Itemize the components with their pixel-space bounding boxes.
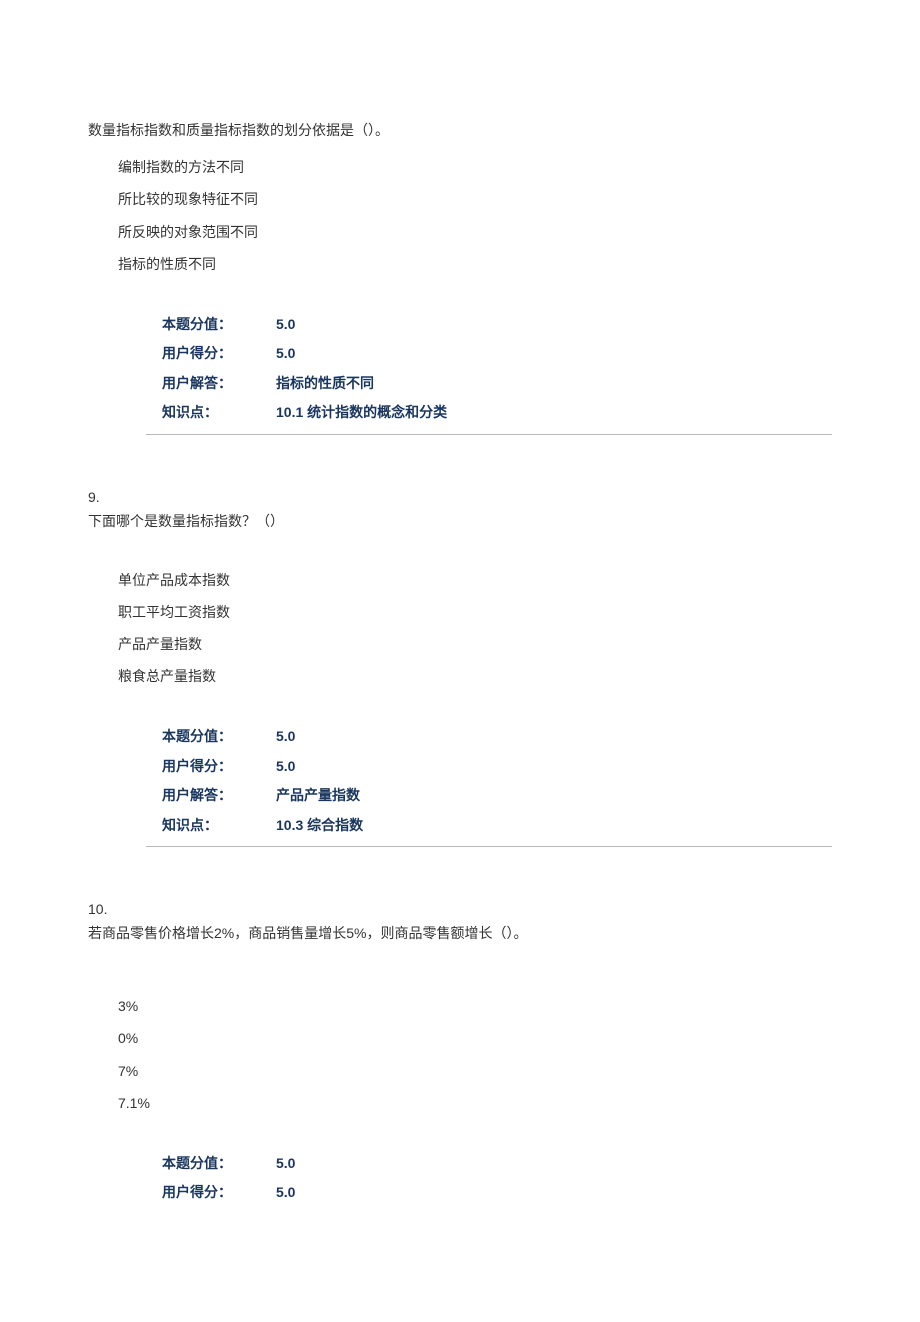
option-item: 7% [118, 1055, 832, 1087]
score-value: 5.0 [262, 1149, 295, 1178]
info-table: 本题分值： 5.0 用户得分： 5.0 用户解答： 产品产量指数 知识点： 10… [162, 722, 832, 840]
option-item: 所比较的现象特征不同 [118, 183, 832, 215]
user-answer-row: 用户解答： 产品产量指数 [162, 781, 832, 810]
knowledge-point-label: 知识点： [162, 811, 262, 840]
question-number: 9. [88, 489, 832, 505]
user-score-value: 5.0 [262, 752, 295, 781]
user-score-row: 用户得分： 5.0 [162, 339, 832, 368]
option-item: 粮食总产量指数 [118, 660, 832, 692]
knowledge-point-row: 知识点： 10.3 综合指数 [162, 811, 832, 840]
user-score-value: 5.0 [262, 339, 295, 368]
option-item: 3% [118, 990, 832, 1022]
user-answer-label: 用户解答： [162, 781, 262, 810]
score-label: 本题分值： [162, 722, 262, 751]
score-label: 本题分值： [162, 310, 262, 339]
score-row: 本题分值： 5.0 [162, 310, 832, 339]
option-item: 编制指数的方法不同 [118, 151, 832, 183]
question-stem: 数量指标指数和质量指标指数的划分依据是（）。 [88, 118, 832, 143]
question-block: 9. 下面哪个是数量指标指数？（） 单位产品成本指数 职工平均工资指数 产品产量… [88, 489, 832, 848]
options-list: 单位产品成本指数 职工平均工资指数 产品产量指数 粮食总产量指数 [88, 564, 832, 693]
knowledge-point-value: 10.3 综合指数 [262, 811, 363, 840]
user-answer-row: 用户解答： 指标的性质不同 [162, 369, 832, 398]
score-value: 5.0 [262, 310, 295, 339]
user-score-label: 用户得分： [162, 339, 262, 368]
options-list: 编制指数的方法不同 所比较的现象特征不同 所反映的对象范围不同 指标的性质不同 [88, 151, 832, 280]
info-table: 本题分值： 5.0 用户得分： 5.0 [162, 1149, 832, 1208]
user-score-value: 5.0 [262, 1178, 295, 1207]
option-item: 指标的性质不同 [118, 248, 832, 280]
user-answer-label: 用户解答： [162, 369, 262, 398]
option-item: 所反映的对象范围不同 [118, 216, 832, 248]
knowledge-point-row: 知识点： 10.1 统计指数的概念和分类 [162, 398, 832, 427]
option-item: 职工平均工资指数 [118, 596, 832, 628]
user-answer-value: 产品产量指数 [262, 781, 360, 810]
score-label: 本题分值： [162, 1149, 262, 1178]
question-block: 数量指标指数和质量指标指数的划分依据是（）。 编制指数的方法不同 所比较的现象特… [88, 118, 832, 435]
user-score-label: 用户得分： [162, 1178, 262, 1207]
divider [146, 434, 832, 435]
user-score-row: 用户得分： 5.0 [162, 1178, 832, 1207]
knowledge-point-value: 10.1 统计指数的概念和分类 [262, 398, 447, 427]
question-block: 10. 若商品零售价格增长2%，商品销售量增长5%，则商品零售额增长（）。 3%… [88, 901, 832, 1208]
knowledge-point-label: 知识点： [162, 398, 262, 427]
question-stem: 若商品零售价格增长2%，商品销售量增长5%，则商品零售额增长（）。 [88, 921, 832, 946]
option-item: 0% [118, 1022, 832, 1054]
user-answer-value: 指标的性质不同 [262, 369, 374, 398]
divider [146, 846, 832, 847]
question-number: 10. [88, 901, 832, 917]
question-stem: 下面哪个是数量指标指数？（） [88, 509, 832, 534]
option-item: 7.1% [118, 1087, 832, 1119]
page-container: 数量指标指数和质量指标指数的划分依据是（）。 编制指数的方法不同 所比较的现象特… [0, 0, 920, 1322]
user-score-label: 用户得分： [162, 752, 262, 781]
score-value: 5.0 [262, 722, 295, 751]
user-score-row: 用户得分： 5.0 [162, 752, 832, 781]
option-item: 产品产量指数 [118, 628, 832, 660]
info-table: 本题分值： 5.0 用户得分： 5.0 用户解答： 指标的性质不同 知识点： 1… [162, 310, 832, 428]
score-row: 本题分值： 5.0 [162, 722, 832, 751]
option-item: 单位产品成本指数 [118, 564, 832, 596]
options-list: 3% 0% 7% 7.1% [88, 990, 832, 1119]
score-row: 本题分值： 5.0 [162, 1149, 832, 1178]
